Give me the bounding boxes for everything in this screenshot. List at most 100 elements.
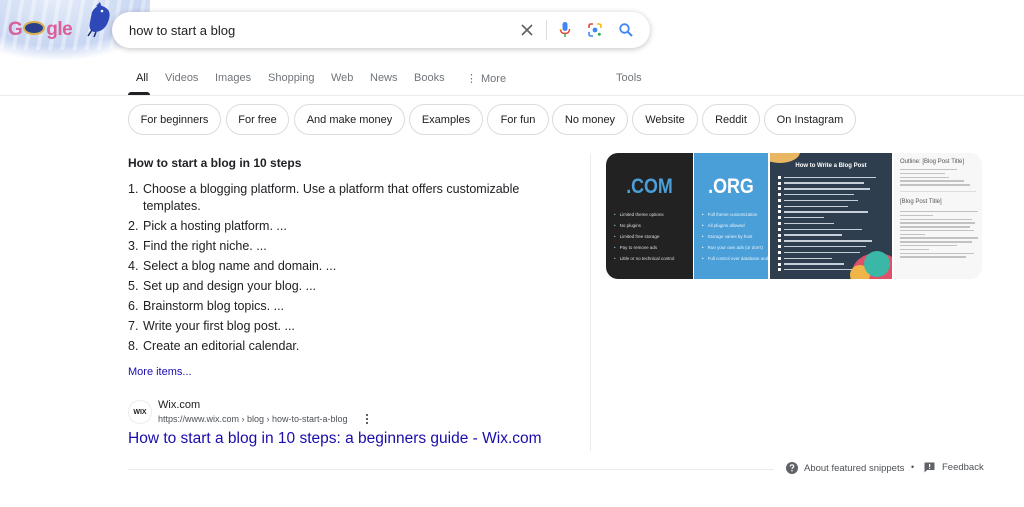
- step-text: Write your first blog post. ...: [143, 319, 295, 333]
- text-line: [784, 257, 832, 259]
- text-line: [784, 188, 870, 190]
- vertical-divider: [590, 153, 591, 451]
- result-options-icon[interactable]: [362, 412, 372, 426]
- more-vertical-dots-icon: ⋮: [466, 73, 477, 85]
- chip-no-money[interactable]: No money: [552, 104, 628, 135]
- doodle-bird-icon: [87, 2, 110, 38]
- tab-books[interactable]: Books: [414, 72, 445, 84]
- result-title-link[interactable]: How to start a blog in 10 steps: a begin…: [128, 430, 542, 448]
- tab-news[interactable]: News: [370, 72, 398, 84]
- tools-button[interactable]: Tools: [616, 72, 642, 84]
- chip-website[interactable]: Website: [632, 104, 698, 135]
- checkbox-icon: [778, 216, 781, 220]
- step-number: 2.: [128, 219, 139, 233]
- google-lens-icon[interactable]: [586, 21, 604, 39]
- wix-favicon[interactable]: WIX: [128, 400, 152, 424]
- chip-for-free[interactable]: For free: [226, 104, 289, 135]
- clear-icon[interactable]: [518, 21, 536, 39]
- text-line: [900, 222, 976, 224]
- checklist-row: [778, 204, 878, 209]
- microphone-icon[interactable]: [556, 21, 574, 39]
- text-line: [784, 199, 858, 202]
- text-line: [900, 248, 929, 251]
- site-name[interactable]: Wix.com: [158, 399, 200, 411]
- feedback-link[interactable]: Feedback: [924, 462, 984, 473]
- step-number: 7.: [128, 319, 139, 333]
- hubspot-heading: How to Write a Blog Post: [795, 163, 867, 169]
- list-item: 7. Write your first blog post. ...: [128, 318, 568, 335]
- text-line: [784, 217, 824, 219]
- chip-for-beginners[interactable]: For beginners: [128, 104, 221, 135]
- image-how-to-write-blog-post[interactable]: How to Write a Blog Post: [770, 153, 892, 279]
- text-line: [784, 251, 860, 254]
- text-line: [900, 180, 964, 182]
- about-featured-snippets-label: About featured snippets: [804, 462, 905, 474]
- text-line: [900, 172, 946, 175]
- step-text: Select a blog name and domain. ...: [143, 259, 337, 273]
- text-line: [784, 222, 834, 225]
- tab-web[interactable]: Web: [331, 72, 353, 84]
- more-items-link[interactable]: More items...: [128, 366, 192, 378]
- checkbox-icon: [778, 187, 781, 191]
- list-item: 3. Find the right niche. ...: [128, 238, 568, 255]
- checklist-row: [778, 244, 878, 249]
- step-number: 3.: [128, 239, 139, 253]
- checkbox-icon: [778, 210, 781, 214]
- checkbox-icon: [778, 181, 781, 185]
- tab-images[interactable]: Images: [215, 72, 251, 84]
- com-bullet: Limited free storage: [614, 231, 674, 242]
- step-number: 6.: [128, 299, 139, 313]
- chip-examples[interactable]: Examples: [409, 104, 483, 135]
- image-org-comparison[interactable]: .ORG Full theme customization All plugin…: [694, 153, 768, 279]
- outline-text-lines: [900, 211, 982, 260]
- step-number: 4.: [128, 259, 139, 273]
- checkbox-icon: [778, 198, 781, 202]
- org-heading: .ORG: [708, 175, 754, 198]
- help-icon: [786, 462, 798, 474]
- com-bullets: Limited theme options No plugins Limited…: [614, 209, 675, 264]
- tab-videos[interactable]: Videos: [165, 72, 198, 84]
- search-divider: [546, 20, 547, 40]
- org-bullet: Full theme customization: [702, 209, 768, 220]
- search-input[interactable]: [129, 21, 509, 39]
- checklist-row: [778, 175, 878, 180]
- com-heading: .COM: [626, 175, 673, 198]
- snippet-steps-list: 1. Choose a blogging platform. Use a plat…: [128, 181, 568, 358]
- checkbox-icon: [778, 227, 781, 231]
- checkbox-icon: [778, 239, 781, 243]
- text-line: [900, 229, 974, 232]
- tab-more[interactable]: ⋮ More: [466, 72, 506, 85]
- step-text: Create an editorial calendar.: [143, 339, 300, 353]
- image-blog-outline[interactable]: Outline: [Blog Post Title] [Blog Post Ti…: [894, 153, 982, 279]
- text-line: [900, 218, 973, 220]
- checkbox-icon: [778, 250, 781, 254]
- chip-and-make-money[interactable]: And make money: [294, 104, 405, 135]
- checkbox-icon: [778, 204, 781, 208]
- tab-more-label: More: [481, 73, 507, 85]
- chip-for-fun[interactable]: For fun: [487, 104, 549, 135]
- text-line: [784, 240, 872, 242]
- snippet-title: How to start a blog in 10 steps: [128, 156, 302, 170]
- text-line: [784, 269, 854, 271]
- image-com-comparison[interactable]: .COM Limited theme options No plugins Li…: [606, 153, 693, 279]
- checklist-row: [778, 181, 878, 186]
- checkbox-icon: [778, 268, 781, 272]
- site-url-breadcrumb[interactable]: https://www.wix.com › blog › how-to-star…: [158, 414, 348, 424]
- tab-shopping[interactable]: Shopping: [268, 72, 315, 84]
- search-icon[interactable]: [617, 21, 635, 39]
- chip-reddit[interactable]: Reddit: [702, 104, 760, 135]
- tab-all[interactable]: All: [136, 72, 148, 84]
- list-item: 4. Select a blog name and domain. ...: [128, 258, 568, 275]
- list-item: 5. Set up and design your blog. ...: [128, 278, 568, 295]
- text-line: [900, 176, 950, 178]
- org-bullet: Full control over database and: [702, 253, 769, 264]
- text-line: [784, 228, 862, 231]
- checkbox-icon: [778, 175, 781, 179]
- list-item: 8. Create an editorial calendar.: [128, 338, 568, 355]
- about-featured-snippets-link[interactable]: About featured snippets: [786, 462, 904, 474]
- checklist-row: [778, 187, 878, 192]
- checklist-row: [778, 198, 878, 203]
- org-bullet: Storage varies by host: [702, 231, 768, 242]
- chip-on-instagram[interactable]: On Instagram: [764, 104, 856, 135]
- text-line: [784, 193, 854, 196]
